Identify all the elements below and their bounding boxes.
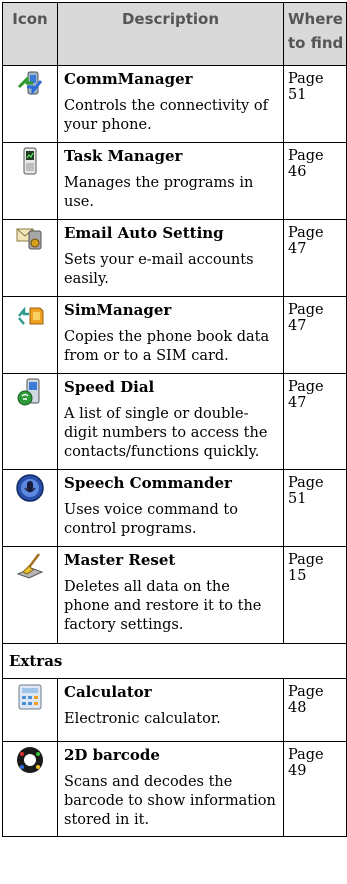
item-title: CommManager [64,70,193,88]
item-title: Speech Commander [64,474,232,492]
table-row: Master Reset Deletes all data on the pho… [2,546,347,644]
description-cell: 2D barcode Scans and decodes the barcode… [57,741,284,837]
icon-cell [2,296,58,374]
icon-cell [2,373,58,470]
page-reference: Page 47 [283,219,347,297]
speed-dial-icon [17,378,40,406]
page-reference: Page 48 [283,678,347,742]
description-cell: Email Auto Setting Sets your e-mail acco… [57,219,284,297]
icon-cell [2,65,58,143]
header-description: Description [57,2,284,66]
item-title: Calculator [64,683,152,701]
description-cell: Task Manager Manages the programs in use… [57,142,284,220]
item-description: Deletes all data on the phone and restor… [64,579,262,633]
item-description: A list of single or double-digit numbers… [64,406,268,460]
item-description: Electronic calculator. [64,711,221,727]
description-cell: Speed Dial A list of single or double-di… [57,373,284,470]
feature-table: Icon Description Where to find CommManag… [2,2,347,837]
email-auto-setting-icon [16,228,42,250]
calculator-icon [18,684,42,710]
item-description: Uses voice command to control programs. [64,502,238,537]
page-reference: Page 51 [283,65,347,143]
task-manager-icon [23,147,37,175]
item-description: Copies the phone book data from or to a … [64,329,270,364]
table-row: 2D barcode Scans and decodes the barcode… [2,741,347,837]
item-title: Master Reset [64,551,176,569]
master-reset-icon [16,553,44,579]
table-row: CommManager Controls the connectivity of… [2,65,347,143]
section-title: Extras [2,643,347,679]
icon-cell [2,741,58,837]
icon-cell [2,142,58,220]
item-description: Sets your e-mail accounts easily. [64,252,254,287]
item-title: Speed Dial [64,378,155,396]
icon-cell [2,678,58,742]
page-reference: Page 47 [283,373,347,470]
item-title: SimManager [64,301,172,319]
sim-manager-icon [18,306,44,325]
icon-cell [2,219,58,297]
icon-cell [2,546,58,644]
page-reference: Page 51 [283,469,347,547]
table-header-row: Icon Description Where to find [2,2,347,66]
item-description: Scans and decodes the barcode to show in… [64,774,276,828]
barcode-icon [17,747,43,773]
item-title: Task Manager [64,147,183,165]
description-cell: Master Reset Deletes all data on the pho… [57,546,284,644]
comm-manager-icon [17,71,43,96]
page-reference: Page 15 [283,546,347,644]
table-row: Speed Dial A list of single or double-di… [2,373,347,470]
description-cell: CommManager Controls the connectivity of… [57,65,284,143]
icon-cell [2,469,58,547]
item-description: Controls the connectivity of your phone. [64,98,268,133]
table-row: Calculator Electronic calculator. Page 4… [2,678,347,742]
section-row: Extras [2,643,347,679]
description-cell: Speech Commander Uses voice command to c… [57,469,284,547]
speech-commander-icon [16,474,44,502]
item-title: 2D barcode [64,746,160,764]
header-icon: Icon [2,2,58,66]
header-where: Where to find [283,2,347,66]
page-reference: Page 47 [283,296,347,374]
item-description: Manages the programs in use. [64,175,254,210]
table-row: Email Auto Setting Sets your e-mail acco… [2,219,347,297]
page-reference: Page 46 [283,142,347,220]
item-title: Email Auto Setting [64,224,224,242]
table-row: Task Manager Manages the programs in use… [2,142,347,220]
description-cell: Calculator Electronic calculator. [57,678,284,742]
page-reference: Page 49 [283,741,347,837]
description-cell: SimManager Copies the phone book data fr… [57,296,284,374]
table-row: Speech Commander Uses voice command to c… [2,469,347,547]
table-row: SimManager Copies the phone book data fr… [2,296,347,374]
